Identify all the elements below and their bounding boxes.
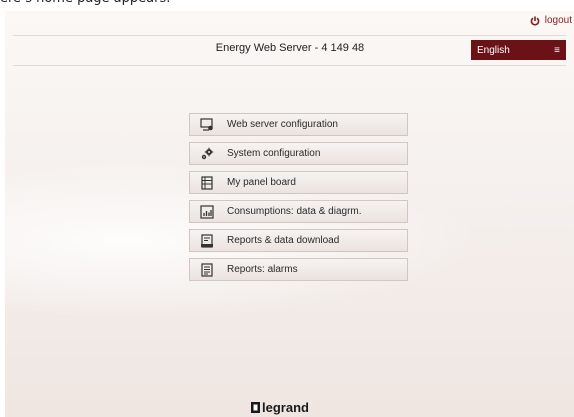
menu-item-reports-download[interactable]: Reports & data download <box>189 229 408 252</box>
menu-lines-icon: ≡ <box>554 44 560 56</box>
language-select[interactable]: English ≡ <box>471 40 566 60</box>
logout-button[interactable]: logout <box>530 15 572 26</box>
header-divider-bottom <box>13 65 566 66</box>
brand-logo: legrand <box>251 400 309 415</box>
chart-icon <box>200 204 214 219</box>
menu-item-my-panel-board[interactable]: My panel board <box>189 171 408 194</box>
gears-icon <box>201 147 214 159</box>
web-config-icon <box>200 117 213 131</box>
main-menu: Web server configuration System configur… <box>189 113 408 287</box>
power-icon <box>530 16 540 26</box>
logo-mark-icon <box>251 402 260 413</box>
menu-item-consumptions[interactable]: Consumptions: data & diagrm. <box>189 200 408 223</box>
menu-item-label: My panel board <box>227 177 296 188</box>
menu-item-label: Reports & data download <box>227 235 340 246</box>
language-value: English <box>477 44 510 56</box>
menu-item-system-configuration[interactable]: System configuration <box>189 142 408 165</box>
download-report-icon <box>201 233 213 248</box>
menu-item-label: Consumptions: data & diagrm. <box>227 206 362 217</box>
menu-item-label: System configuration <box>227 148 321 159</box>
header-divider-top <box>13 35 566 36</box>
menu-item-label: Web server configuration <box>227 119 338 130</box>
menu-item-reports-alarms[interactable]: Reports: alarms <box>189 258 408 281</box>
alarm-report-icon <box>201 262 213 277</box>
page-caption: ere s home page appears. <box>0 0 170 9</box>
panel-board-icon <box>201 175 213 190</box>
menu-item-web-server-configuration[interactable]: Web server configuration <box>189 113 408 136</box>
brand-name: legrand <box>262 400 309 415</box>
logout-label: logout <box>544 15 572 26</box>
menu-item-label: Reports: alarms <box>227 264 298 275</box>
page-title: Energy Web Server - 4 149 48 <box>215 42 365 54</box>
app-panel: logout Energy Web Server - 4 149 48 Engl… <box>5 11 574 417</box>
